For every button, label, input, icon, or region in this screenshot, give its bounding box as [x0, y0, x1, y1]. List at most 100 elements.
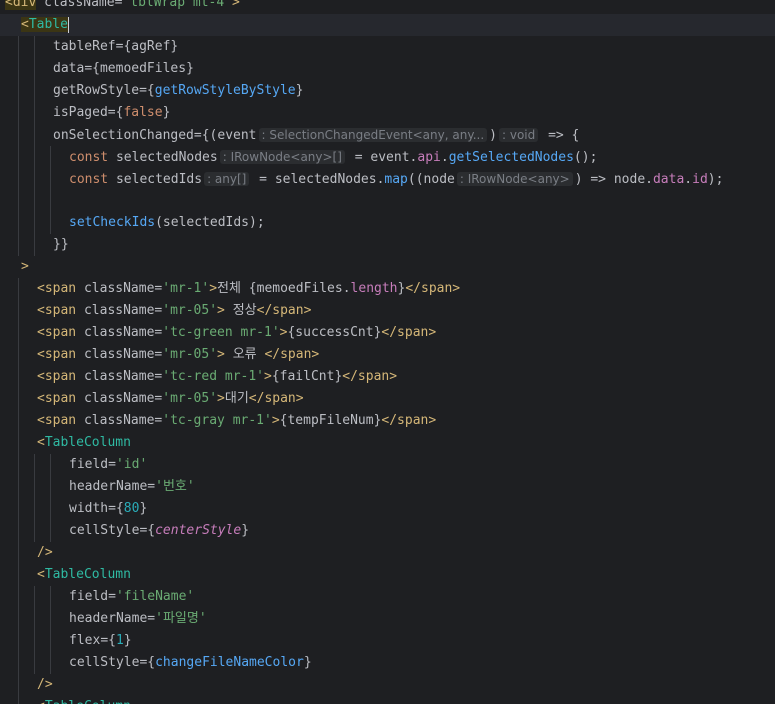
code-token: className: [76, 325, 155, 340]
code-token: onSelectionChanged: [53, 128, 194, 143]
code-line[interactable]: <span className='tc-red mr-1'>{failCnt}<…: [0, 366, 775, 388]
inlay-type-hint: : SelectionChangedEvent<any, any...: [258, 128, 488, 142]
code-token: ': [155, 479, 163, 494]
code-line[interactable]: getRowStyle={getRowStyleByStyle}: [0, 80, 775, 102]
code-text: const selectedIds: any[] = selectedNodes…: [0, 172, 723, 187]
code-token: length: [350, 281, 398, 296]
inlay-type-hint: : void: [498, 128, 539, 142]
code-token: isPaged: [53, 105, 108, 120]
code-line[interactable]: <span className='tc-gray mr-1'>{tempFile…: [0, 410, 775, 432]
code-token: 80: [123, 501, 140, 516]
code-text: field='fileName': [0, 589, 194, 604]
code-line[interactable]: >: [0, 256, 775, 278]
code-token: event: [217, 128, 257, 143]
code-token: />: [37, 545, 53, 560]
code-line[interactable]: width={80}: [0, 498, 775, 520]
code-line[interactable]: <span className='mr-05'> 오류 </span>: [0, 344, 775, 366]
code-token: <: [21, 17, 29, 32]
code-line[interactable]: <TableColumn: [0, 696, 775, 704]
code-text: />: [0, 677, 53, 692]
code-token: >: [217, 347, 233, 362]
code-token: data: [652, 172, 685, 187]
code-line[interactable]: <span className='mr-05'>대기</span>: [0, 388, 775, 410]
code-line[interactable]: tableRef={agRef}: [0, 36, 775, 58]
code-line[interactable]: [0, 190, 775, 212]
code-line[interactable]: field='id': [0, 454, 775, 476]
code-line[interactable]: <span className='mr-1'>전체 {memoedFiles.l…: [0, 278, 775, 300]
code-token: 'tc-green mr-1': [162, 325, 280, 340]
code-text: <span className='tc-red mr-1'>{failCnt}<…: [0, 369, 397, 384]
code-token: {failCnt}: [271, 369, 343, 384]
code-token: =: [147, 611, 156, 626]
code-token: className: [76, 369, 155, 384]
code-token: agRef: [131, 39, 171, 54]
code-text: >: [0, 259, 29, 274]
code-line[interactable]: cellStyle={changeFileNameColor}: [0, 652, 775, 674]
code-token: ={(: [193, 128, 218, 143]
code-text: }}: [0, 237, 69, 252]
code-line[interactable]: cellStyle={centerStyle}: [0, 520, 775, 542]
code-line[interactable]: <Table: [0, 14, 775, 36]
code-line[interactable]: data={memoedFiles}: [0, 58, 775, 80]
code-text: width={80}: [0, 501, 147, 516]
code-line[interactable]: headerName='파일명': [0, 608, 775, 630]
code-text: <span className='mr-05'>대기</span>: [0, 391, 304, 406]
code-token: }}: [53, 237, 69, 252]
code-token: <: [37, 435, 45, 450]
code-line[interactable]: />: [0, 542, 775, 564]
code-token: changeFileNameColor: [155, 655, 304, 670]
code-token: />: [37, 677, 53, 692]
inlay-type-hint: : any[]: [204, 172, 250, 186]
code-token: ={: [139, 523, 156, 538]
code-line[interactable]: <TableColumn: [0, 564, 775, 586]
code-token: 'id': [115, 457, 148, 472]
code-token: ': [198, 611, 207, 626]
code-token: =: [108, 457, 116, 472]
code-token: {memoedFiles.: [240, 281, 351, 296]
code-token: }: [295, 83, 304, 98]
code-line[interactable]: onSelectionChanged={(event: SelectionCha…: [0, 124, 775, 146]
code-line[interactable]: <div className='tblWrap mt-4'>: [0, 0, 775, 14]
code-token: );: [707, 172, 724, 187]
code-token: ={: [139, 655, 156, 670]
code-line[interactable]: isPaged={false}: [0, 102, 775, 124]
code-line[interactable]: flex={1}: [0, 630, 775, 652]
code-editor[interactable]: <div className='tblWrap mt-4'> <Table tabl…: [0, 0, 775, 704]
code-text: <span className='mr-05'> 오류 </span>: [0, 347, 319, 362]
code-line[interactable]: const selectedNodes: IRowNode<any>[] = e…: [0, 146, 775, 168]
code-line[interactable]: headerName='번호': [0, 476, 775, 498]
inlay-type-hint: : IRowNode<any>: [456, 172, 573, 186]
code-token: }: [186, 61, 194, 76]
code-line[interactable]: />: [0, 674, 775, 696]
code-token: selectedNodes.: [274, 172, 385, 187]
code-token: >: [271, 413, 280, 428]
code-token: <span: [37, 391, 77, 406]
code-token: const: [69, 172, 116, 187]
code-token: ': [155, 611, 163, 626]
code-token: </span>: [381, 325, 437, 340]
code-token: 'mr-05': [162, 391, 218, 406]
code-lines[interactable]: <div className='tblWrap mt-4'> <Table tabl…: [0, 0, 775, 704]
code-line[interactable]: }}: [0, 234, 775, 256]
code-text: data={memoedFiles}: [0, 61, 194, 76]
code-token: selectedIds: [115, 172, 203, 187]
code-token: {tempFileNum}: [279, 413, 382, 428]
code-line[interactable]: setCheckIds(selectedIds);: [0, 212, 775, 234]
code-token: headerName: [69, 479, 148, 494]
code-token: =: [251, 172, 275, 187]
code-text: onSelectionChanged={(event: SelectionCha…: [0, 128, 579, 143]
code-token: Table: [28, 17, 68, 32]
code-line[interactable]: <span className='tc-green mr-1'>{success…: [0, 322, 775, 344]
code-line[interactable]: <TableColumn: [0, 432, 775, 454]
code-line[interactable]: field='fileName': [0, 586, 775, 608]
code-token: >: [217, 391, 225, 406]
code-line[interactable]: const selectedIds: any[] = selectedNodes…: [0, 168, 775, 190]
code-token: ((: [407, 172, 424, 187]
code-token: width: [69, 501, 109, 516]
code-text: headerName='번호': [0, 479, 195, 494]
code-line[interactable]: <span className='mr-05'> 정상</span>: [0, 300, 775, 322]
code-token: >: [232, 0, 240, 10]
code-token: 'tc-gray mr-1': [162, 413, 272, 428]
code-token: node: [423, 172, 455, 187]
code-token: centerStyle: [155, 523, 242, 538]
